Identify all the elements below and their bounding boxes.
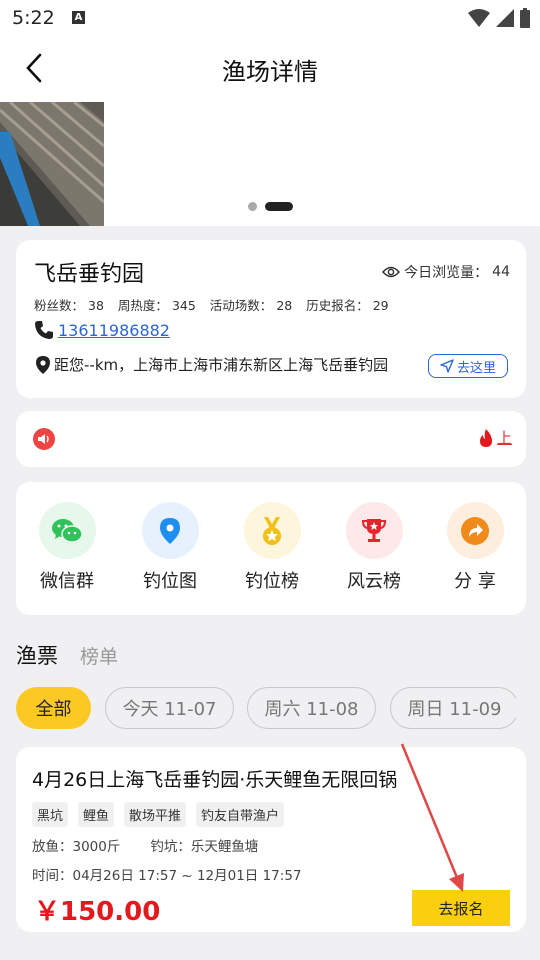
stat-label: 活动场数： [209,298,273,313]
stat-value: 345 [171,298,196,313]
ticket-meta: 放鱼：3000斤 钓坑：乐天鲤鱼塘 [32,835,258,855]
filter-chip-saturday[interactable]: 周六 11-08 [247,687,376,729]
ticket-tag: 散场平推 [124,802,187,827]
views-value: 44 [492,264,510,280]
phone-row[interactable]: 13611986882 [34,320,170,340]
eye-icon [382,266,401,278]
content-tabs: 渔票 榜单 [16,640,118,670]
ticket-title: 4月26日上海飞岳垂钓园·乐天鲤鱼无限回锅 [32,769,398,791]
ticket-price: ￥150.00 [34,897,161,927]
notice-marquee[interactable]: 上 [478,427,512,448]
views-count: 今日浏览量： 44 [382,262,510,282]
address-row: 距您--km，上海市上海市浦东新区上海飞岳垂钓园 [34,354,388,375]
ticket-tag: 鲤鱼 [78,802,115,827]
venue-name: 飞岳垂钓园 [34,262,145,287]
leaderboard-button[interactable]: 风云榜 [331,502,417,593]
wechat-icon [52,518,83,543]
share-button[interactable]: 分 享 [432,502,518,593]
ticket-time: 时间：04月26日 17:57 ~ 12月01日 17:57 [32,868,302,884]
quick-icon-bg [243,502,301,559]
stat-label: 粉丝数： [34,298,85,313]
status-time: 5:22 [12,7,55,29]
stat-value: 28 [276,298,293,313]
tab-rankings[interactable]: 榜单 [80,642,118,669]
carousel-dot-active[interactable] [265,202,293,211]
spot-map-button[interactable]: 钓位图 [127,502,213,593]
status-bar: 5:22 A [0,0,540,36]
pond-name: 钓坑：乐天鲤鱼塘 [150,839,259,855]
filter-chip-today[interactable]: 今天 11-07 [105,687,234,729]
stat-fans: 粉丝数： 38 [34,295,104,314]
medal-icon [263,516,281,545]
status-icons [468,6,530,30]
ticket-card[interactable]: 4月26日上海飞岳垂钓园·乐天鲤鱼无限回锅 黑坑 鲤鱼 散场平推 钓友自带渔户 … [16,747,526,932]
send-icon [440,359,454,373]
stat-signups: 历史报名： 29 [306,295,388,314]
fire-icon [479,428,492,447]
stat-value: 38 [88,298,104,313]
address-text: 距您--km，上海市上海市浦东新区上海飞岳垂钓园 [54,356,389,374]
fish-release: 放鱼：3000斤 [32,839,121,855]
quick-icon-bg [38,502,96,559]
quick-icon-bg [141,502,199,559]
quick-icon-bg [345,502,403,559]
location-pin-icon [160,517,180,544]
ticket-tags: 黑坑 鲤鱼 散场平推 钓友自带渔户 [32,802,285,827]
ticket-tag: 黑坑 [32,802,69,827]
phone-link[interactable]: 13611986882 [58,321,170,340]
speaker-icon [33,428,55,450]
stat-label: 历史报名： [306,298,369,313]
stat-value: 29 [372,298,389,313]
filter-chip-sunday[interactable]: 周日 11-09 [390,687,516,729]
spot-ranking-button[interactable]: 钓位榜 [229,502,315,593]
wifi-icon [468,9,490,27]
quick-label: 分 享 [454,571,496,592]
battery-icon [520,8,530,28]
ticket-tag: 钓友自带渔户 [196,802,285,827]
quick-label: 微信群 [40,571,94,592]
date-filter[interactable]: 全部 今天 11-07 周六 11-08 周日 11-09 [16,687,516,731]
stat-events: 活动场数： 28 [210,295,292,314]
quick-icon-bg [446,502,504,559]
navigate-button[interactable]: 去这里 [428,354,508,378]
filter-chip-all[interactable]: 全部 [16,687,91,729]
navigate-label: 去这里 [456,360,496,376]
page-title: 渔场详情 [222,58,318,86]
venue-stats: 粉丝数： 38 周热度： 345 活动场数： 28 历史报名： 29 [34,295,389,314]
share-icon [461,516,489,545]
venue-info-card: 飞岳垂钓园 今日浏览量： 44 粉丝数： 38 周热度： 345 活动场数： 28 历… [16,240,526,398]
stat-weekly-heat: 周热度： 345 [118,295,196,314]
signal-icon [496,9,514,27]
notice-text[interactable]: 上 [497,427,512,448]
quick-label: 钓位榜 [245,571,299,592]
trophy-icon [361,518,387,542]
phone-icon [35,321,53,339]
wechat-group-button[interactable]: 微信群 [24,502,110,593]
stat-label: 周热度： [117,298,168,313]
notification-a-icon: A [72,11,85,24]
header: 渔场详情 [0,36,540,102]
quick-label: 风云榜 [347,571,401,592]
signup-button[interactable]: 去报名 [412,890,510,926]
carousel-dot[interactable] [248,202,257,211]
quick-actions-card: 微信群 钓位图 钓位榜 风云榜 分 享 [16,482,526,615]
tab-tickets[interactable]: 渔票 [16,640,58,670]
location-pin-icon [36,355,50,374]
quick-label: 钓位图 [143,571,197,592]
views-label: 今日浏览量： [404,265,489,281]
banner-photo [0,102,104,226]
notice-card[interactable]: 上 [16,411,526,467]
banner-dots [248,202,293,211]
